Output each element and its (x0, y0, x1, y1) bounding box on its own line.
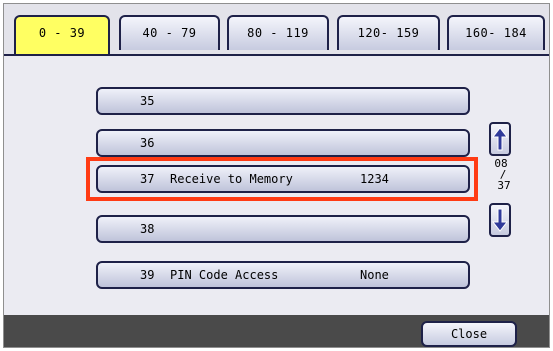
close-button[interactable]: Close (421, 321, 517, 347)
page-indicator: 08 / 37 (488, 158, 514, 191)
footer-bar: Close (4, 315, 549, 347)
list-item-39[interactable]: 39 PIN Code Access None (96, 261, 470, 289)
list-item-label: PIN Code Access (170, 268, 279, 282)
list-item-number: 36 (140, 136, 155, 150)
list-item-value: None (360, 268, 389, 282)
tab-40-79[interactable]: 40 - 79 (119, 15, 220, 50)
list-item-number: 39 (140, 268, 155, 282)
list-item-number: 37 (140, 172, 155, 186)
scroll-down-button[interactable] (489, 203, 511, 237)
tab-0-39[interactable]: 0 - 39 (14, 15, 110, 54)
tab-160-184[interactable]: 160- 184 (447, 15, 545, 50)
list-item-37[interactable]: 37 Receive to Memory 1234 (96, 165, 470, 193)
tab-120-159[interactable]: 120- 159 (337, 15, 440, 50)
arrow-up-icon (492, 127, 508, 151)
list-item-38[interactable]: 38 (96, 215, 470, 243)
arrow-down-icon (492, 208, 508, 232)
tab-bar: 0 - 39 40 - 79 80 - 119 120- 159 160- 18… (4, 4, 549, 54)
scroll-up-button[interactable] (489, 122, 511, 156)
list-item-35[interactable]: 35 (96, 87, 470, 115)
list-item-36[interactable]: 36 (96, 129, 470, 157)
panel-frame: 0 - 39 40 - 79 80 - 119 120- 159 160- 18… (3, 3, 550, 348)
tab-80-119[interactable]: 80 - 119 (227, 15, 329, 50)
list-area: 35 36 37 Receive to Memory 1234 38 39 PI… (4, 54, 549, 315)
list-item-number: 38 (140, 222, 155, 236)
screen: 0 - 39 40 - 79 80 - 119 120- 159 160- 18… (0, 0, 553, 351)
list-item-value: 1234 (360, 172, 389, 186)
list-item-number: 35 (140, 94, 155, 108)
page-total: 37 (497, 179, 511, 192)
list-item-label: Receive to Memory (170, 172, 293, 186)
